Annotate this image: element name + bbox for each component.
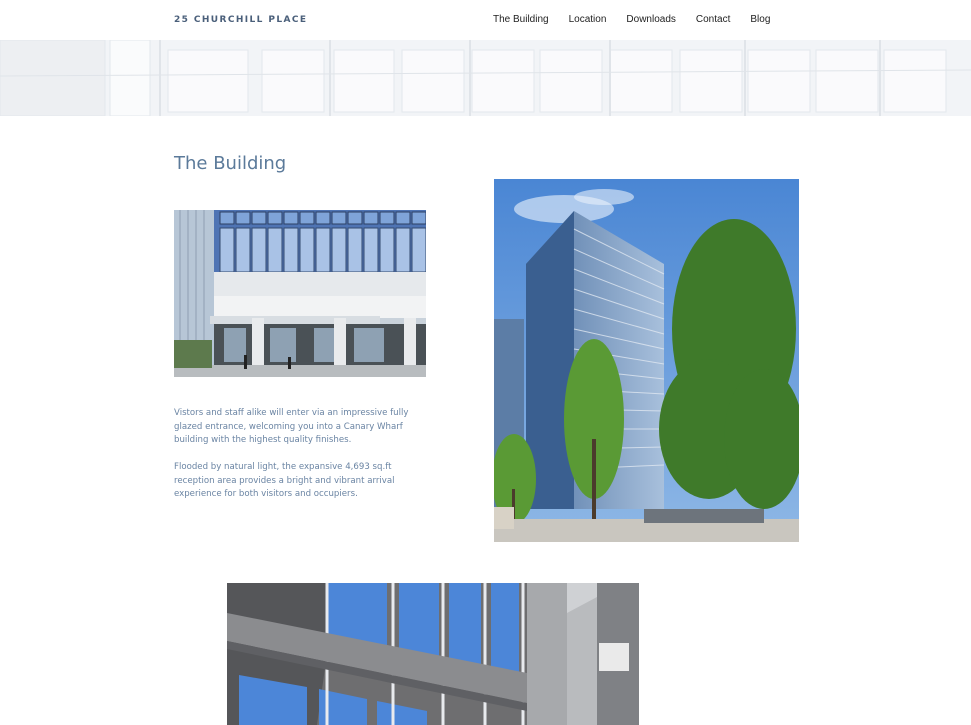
nav-item-contact[interactable]: Contact	[696, 14, 730, 25]
main-nav: The Building Location Downloads Contact …	[493, 14, 790, 25]
site-logo[interactable]: 25 CHURCHILL PLACE	[174, 15, 307, 25]
intro-paragraph-2: Flooded by natural light, the expansive …	[174, 462, 395, 499]
hero-banner-image	[0, 40, 971, 116]
nav-item-the-building[interactable]: The Building	[493, 14, 549, 25]
nav-item-location[interactable]: Location	[569, 14, 607, 25]
nav-item-blog[interactable]: Blog	[750, 14, 770, 25]
page: 25 CHURCHILL PLACE The Building Location…	[0, 0, 971, 725]
site-header: 25 CHURCHILL PLACE The Building Location…	[0, 0, 971, 40]
nav-item-downloads[interactable]: Downloads	[626, 14, 675, 25]
entrance-photo	[174, 210, 426, 377]
tower-photo	[494, 179, 799, 542]
page-title: The Building	[174, 153, 287, 174]
atrium-photo	[227, 583, 639, 725]
intro-paragraph-1: Vistors and staff alike will enter via a…	[174, 408, 409, 445]
